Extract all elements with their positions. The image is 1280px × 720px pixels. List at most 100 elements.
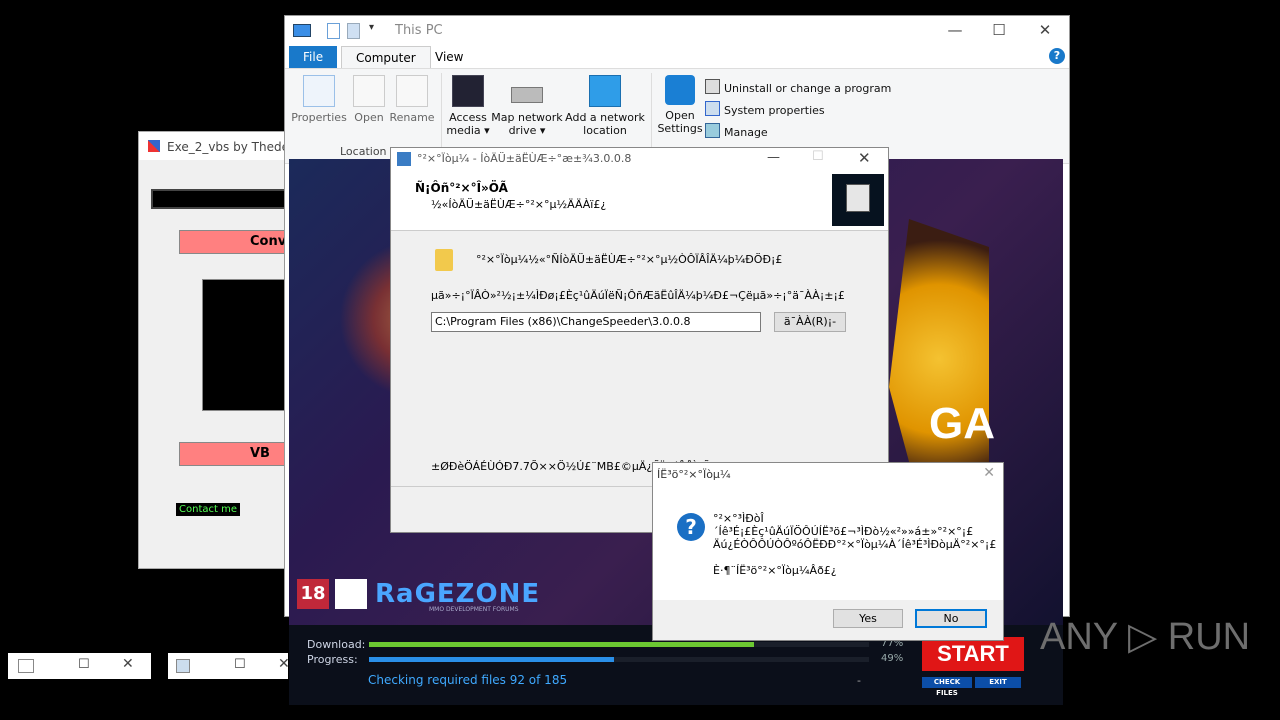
close-icon[interactable]: ✕	[983, 465, 995, 481]
system-properties-icon	[705, 101, 720, 116]
download-label: Download:	[307, 638, 366, 651]
installer-title: °²×°Ïòµ¼ - ÍòÄÜ±äËÙÆ÷°æ±¾3.0.0.8	[417, 152, 632, 165]
close-button[interactable]: ✕	[1025, 21, 1065, 43]
open-settings-button[interactable]: Open Settings	[655, 75, 705, 135]
runner-icon	[335, 579, 367, 609]
minimize-button[interactable]: —	[767, 150, 780, 165]
folder-icon	[435, 249, 453, 271]
notepad-icon[interactable]	[176, 659, 190, 673]
exit-confirm-dialog: ÍË³ö°²×°Ïòµ¼ ✕ ? °²×°³ÌÐòÎ´Íê³É¡£Èç¹ûÄúÏ…	[652, 462, 1004, 641]
game-logo-art	[889, 219, 989, 499]
close-button[interactable]: ✕	[858, 149, 871, 167]
manage-button[interactable]: Manage	[705, 123, 768, 139]
access-media-button[interactable]: Access media ▾	[445, 75, 491, 137]
media-icon	[452, 75, 484, 107]
tab-file[interactable]: File	[289, 46, 338, 68]
open-settings-label-2: Settings	[657, 122, 703, 135]
manage-label: Manage	[724, 126, 768, 139]
installer-header: Ñ¡Ôñ°²×°Î»ÖÃ ½«ÍòÄÜ±äËÙÆ÷°²×°µ½ÄÄÀï£¿	[391, 170, 888, 231]
maximize-icon[interactable]: ☐	[78, 657, 90, 672]
open-button[interactable]: Open	[349, 75, 389, 124]
install-path-input[interactable]: C:\Program Files (x86)\ChangeSpeeder\3.0…	[431, 312, 761, 332]
group-divider	[651, 73, 652, 155]
dialog-footer: Yes No	[653, 600, 1003, 640]
dialog-message-line-3: È·¶¨ÍË³ö°²×°Ïòµ¼Âð£¿	[713, 564, 837, 577]
minimize-button[interactable]: —	[935, 21, 975, 43]
access-media-label-1: Access	[449, 111, 487, 124]
new-folder-qat-icon[interactable]	[347, 23, 360, 39]
tab-view[interactable]: View	[421, 46, 477, 68]
check-files-button[interactable]: CHECK FILES	[922, 677, 972, 697]
minimized-window-1[interactable]: ☐ ✕	[8, 653, 151, 679]
download-progress-fill	[369, 642, 754, 647]
system-properties-button[interactable]: System properties	[705, 101, 825, 117]
game-logo-text: GA	[929, 399, 995, 448]
help-icon[interactable]: ?	[1049, 48, 1065, 64]
download-progress-track	[369, 642, 869, 647]
uninstall-label: Uninstall or change a program	[724, 82, 892, 95]
anyrun-watermark: ANY ▷ RUN	[1040, 616, 1251, 658]
open-settings-label-1: Open	[665, 109, 695, 122]
install-prompt: µã»÷¡°ÏÂÒ»²½¡±¼ÌÐø¡£Èç¹ûÄúÏëÑ¡ÔñÆäËûÎÄ¼þ…	[431, 289, 845, 302]
yes-button[interactable]: Yes	[833, 609, 903, 628]
start-button[interactable]: START	[922, 637, 1024, 671]
exe2vbs-titlebar[interactable]: Exe_2_vbs by Thedevil	[139, 132, 303, 160]
installer-titlebar[interactable]: °²×°Ïòµ¼ - ÍòÄÜ±äËÙÆ÷°æ±¾3.0.0.8 — ☐ ✕	[391, 148, 888, 170]
convert-button[interactable]: Conv	[179, 230, 299, 254]
ribbon-tabs: File Computer View ?	[285, 46, 1069, 69]
maximize-button[interactable]: ☐	[812, 149, 824, 164]
exe-path-input[interactable]	[151, 189, 295, 209]
add-location-label-1: Add a network	[565, 111, 645, 124]
install-description: °²×°Ïòµ¼½«°ÑÍòÄÜ±äËÙÆ÷°²×°µ½ÒÔÏÂÎÄ¼þ¼ÐÖÐ…	[476, 253, 783, 266]
system-properties-label: System properties	[724, 104, 825, 117]
dialog-title: ÍË³ö°²×°Ïòµ¼	[657, 468, 731, 481]
properties-qat-icon[interactable]	[327, 23, 340, 39]
network-drive-icon	[511, 87, 543, 103]
tab-computer[interactable]: Computer	[341, 46, 431, 69]
output-area[interactable]	[202, 279, 294, 411]
minimized-window-2[interactable]: ☐ ✕	[168, 653, 290, 679]
progress-label: Progress:	[307, 653, 358, 666]
close-icon[interactable]: ✕	[122, 656, 134, 672]
installer-logo-icon	[832, 174, 884, 226]
qat-dropdown-icon[interactable]: ▾	[369, 22, 374, 33]
ragezone-subtitle: MMO DEVELOPMENT FORUMS	[429, 606, 519, 613]
rename-label: Rename	[389, 111, 435, 124]
vbs-button[interactable]: VB	[179, 442, 299, 466]
open-label: Open	[354, 111, 384, 124]
ragezone-text: RaGEZONE	[375, 579, 541, 609]
properties-label: Properties	[291, 111, 347, 124]
overall-progress-track	[369, 657, 869, 662]
restore-icon[interactable]	[18, 659, 34, 673]
open-icon	[353, 75, 385, 107]
close-icon[interactable]: ✕	[278, 656, 290, 672]
browse-button[interactable]: ä¯ÀÀ(R)¡-	[774, 312, 846, 332]
overall-progress-fill	[369, 657, 614, 662]
explorer-title: This PC	[395, 23, 443, 38]
maximize-button[interactable]: ☐	[979, 21, 1019, 43]
no-button[interactable]: No	[915, 609, 987, 628]
installer-header-subtitle: ½«ÍòÄÜ±äËÙÆ÷°²×°µ½ÄÄÀï£¿	[431, 198, 607, 211]
maximize-icon[interactable]: ☐	[234, 657, 246, 672]
uninstall-program-button[interactable]: Uninstall or change a program	[705, 79, 891, 95]
access-media-label-2: media ▾	[446, 124, 490, 137]
contact-link[interactable]: Contact me	[176, 503, 240, 516]
age-rating-badge: 18	[297, 579, 329, 609]
map-network-drive-button[interactable]: Map network drive ▾	[491, 75, 563, 137]
rename-button[interactable]: Rename	[389, 75, 435, 124]
computer-icon	[846, 184, 870, 212]
installer-app-icon	[397, 152, 411, 166]
question-icon: ?	[677, 513, 705, 541]
add-location-label-2: location	[583, 124, 627, 137]
progress-percent: 49%	[881, 653, 904, 664]
dialog-message-line-1: °²×°³ÌÐòÎ´Íê³É¡£Èç¹ûÄúÏÖÔÚÍË³ö£¬³ÌÐò½«²»…	[713, 512, 974, 538]
network-location-icon	[589, 75, 621, 107]
ragezone-logo[interactable]: 18 RaGEZONE MMO DEVELOPMENT FORUMS	[297, 579, 557, 613]
add-network-location-button[interactable]: Add a network location	[565, 75, 645, 137]
exit-button[interactable]: EXIT	[975, 677, 1021, 688]
properties-button[interactable]: Properties	[291, 75, 347, 124]
computer-icon	[293, 24, 311, 37]
installer-header-title: Ñ¡Ôñ°²×°Î»ÖÃ	[415, 181, 508, 195]
explorer-titlebar[interactable]: ▾ This PC — ☐ ✕	[285, 16, 1069, 46]
properties-icon	[303, 75, 335, 107]
